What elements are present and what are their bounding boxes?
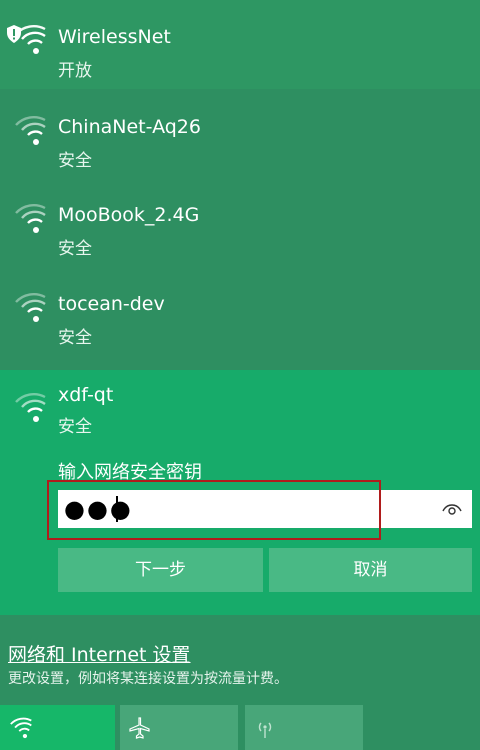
network-settings-description: 更改设置，例如将某连接设置为按流量计费。 xyxy=(8,671,288,687)
hotspot-icon xyxy=(258,722,272,738)
network-name: xdf-qt xyxy=(58,384,114,406)
cancel-button[interactable]: 取消 xyxy=(269,548,472,592)
quick-action-wifi[interactable] xyxy=(0,705,115,750)
network-item-tocean-dev[interactable]: tocean-dev 安全 xyxy=(0,266,480,355)
network-status: 安全 xyxy=(58,328,92,348)
network-name: MooBook_2.4G xyxy=(58,204,200,226)
next-button[interactable]: 下一步 xyxy=(58,548,263,592)
wifi-signal-icon xyxy=(15,203,46,233)
network-name: ChinaNet-Aq26 xyxy=(58,116,201,138)
network-status: 开放 xyxy=(58,61,92,81)
network-item-moobook[interactable]: MooBook_2.4G 安全 xyxy=(0,177,480,266)
password-prompt-label: 输入网络安全密钥 xyxy=(58,462,202,483)
password-masked-value: ●●● xyxy=(64,495,133,523)
quick-action-airplane-mode[interactable] xyxy=(120,705,238,750)
network-key-input[interactable]: ●●● xyxy=(58,490,472,528)
wifi-signal-icon xyxy=(15,392,46,422)
network-name: tocean-dev xyxy=(58,293,165,315)
network-item-wirelessnet[interactable]: WirelessNet 开放 xyxy=(0,0,480,89)
network-item-xdf-qt-expanded: xdf-qt 安全 输入网络安全密钥 ●●● 下一步 取消 xyxy=(0,370,480,615)
network-status: 安全 xyxy=(58,417,92,437)
airplane-icon xyxy=(129,717,150,739)
quick-action-mobile-hotspot[interactable] xyxy=(245,705,363,750)
network-item-chinanet[interactable]: ChinaNet-Aq26 安全 xyxy=(0,89,480,178)
network-status: 安全 xyxy=(58,239,92,259)
text-caret xyxy=(116,496,118,522)
wifi-signal-icon xyxy=(15,292,46,322)
wifi-signal-icon xyxy=(15,115,46,145)
reveal-password-eye-icon[interactable] xyxy=(442,500,462,518)
network-status: 安全 xyxy=(58,151,92,171)
wifi-signal-icon xyxy=(15,24,46,54)
network-name: WirelessNet xyxy=(58,26,171,48)
wifi-icon xyxy=(10,717,32,739)
network-settings-link[interactable]: 网络和 Internet 设置 xyxy=(8,640,191,667)
